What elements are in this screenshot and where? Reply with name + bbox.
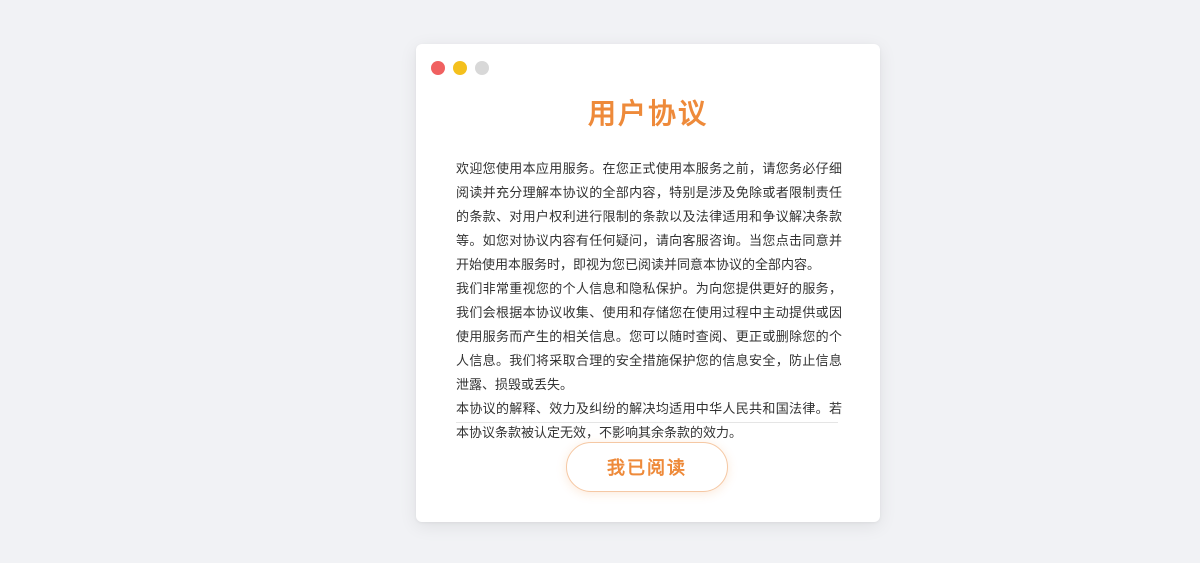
confirm-button[interactable]: 我已阅读 bbox=[566, 442, 728, 492]
window-controls bbox=[431, 61, 489, 75]
agreement-paragraph: 我们非常重视您的个人信息和隐私保护。为向您提供更好的服务，我们会根据本协议收集、… bbox=[456, 282, 842, 393]
dialog-title: 用户协议 bbox=[587, 97, 708, 130]
close-window-button[interactable] bbox=[431, 61, 445, 75]
zoom-window-button[interactable] bbox=[475, 61, 489, 75]
minimize-window-button[interactable] bbox=[453, 61, 467, 75]
content-divider bbox=[456, 422, 838, 423]
agreement-dialog: 用户协议 欢迎您使用本应用服务。在您正式使用本服务之前，请您务必仔细阅读并充分理… bbox=[416, 44, 880, 522]
agreement-content: 欢迎您使用本应用服务。在您正式使用本服务之前，请您务必仔细阅读并充分理解本协议的… bbox=[456, 158, 842, 446]
agreement-paragraph: 欢迎您使用本应用服务。在您正式使用本服务之前，请您务必仔细阅读并充分理解本协议的… bbox=[456, 162, 842, 273]
